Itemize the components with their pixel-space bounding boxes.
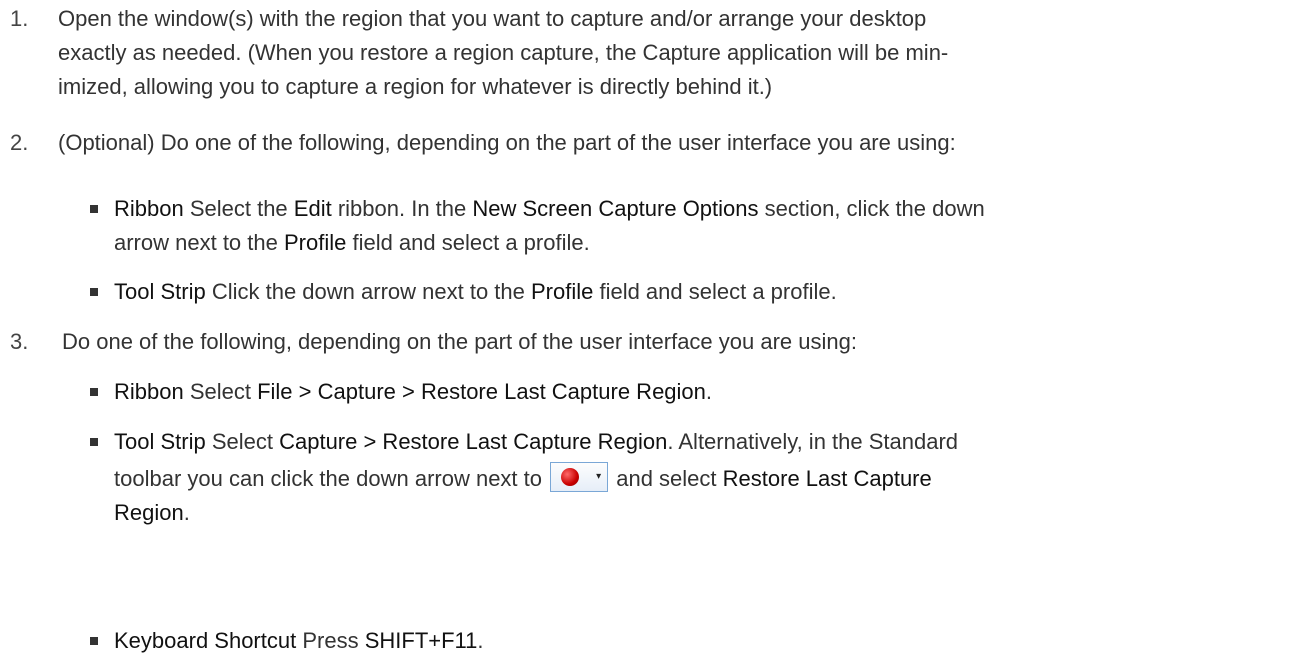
ui-term: Profile [530, 279, 594, 304]
ui-term: Capture > Restore Last Capture Region [279, 429, 668, 454]
step-line: exactly as needed. (When you restore a r… [58, 40, 949, 65]
bullet-label: Tool Strip [114, 429, 206, 454]
ui-term: Profile [283, 230, 347, 255]
step-number: 1. [10, 6, 29, 31]
capture-button: ▾ [550, 462, 609, 492]
ui-term: Region [114, 500, 184, 525]
ui-term: Edit [293, 196, 332, 221]
bullet-square-icon [90, 388, 98, 396]
step-number: 2. [10, 130, 29, 155]
bullet-label: Ribbon [114, 379, 184, 404]
bullet-label: Ribbon [114, 196, 184, 221]
bullet-square-icon [90, 205, 98, 213]
dropdown-arrow-icon: ▾ [596, 471, 602, 482]
ui-term: File > Capture > Restore Last Capture Re… [257, 379, 706, 404]
step-line: imized, allowing you to capture a region… [58, 74, 773, 99]
bullet-square-icon [90, 288, 98, 296]
step-text: Open the window(s) with the region that … [58, 2, 1286, 104]
help-document: 1. Open the window(s) with the region th… [0, 0, 1292, 661]
bullet-label: Tool Strip [114, 279, 206, 304]
capture-record-icon [561, 468, 580, 486]
step-text: (Optional) Do one of the following, depe… [58, 130, 956, 155]
step-number: 3. [10, 329, 29, 354]
ui-term: New Screen Capture Options [472, 196, 759, 221]
step-text: Do one of the following, depending on th… [62, 329, 857, 354]
bullet-square-icon [90, 637, 98, 645]
step-line: Open the window(s) with the region that … [58, 6, 927, 31]
bullet-square-icon [90, 438, 98, 446]
bullet-label: Keyboard Shortcut [114, 628, 297, 653]
ui-term: Restore Last Capture [722, 466, 932, 491]
ui-term: SHIFT+F11 [364, 628, 478, 653]
